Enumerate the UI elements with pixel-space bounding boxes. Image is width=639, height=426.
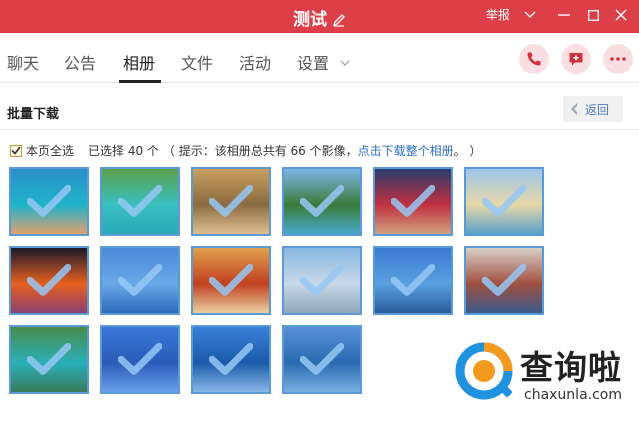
selected-check-icon <box>209 342 253 375</box>
title-bar: 测试 举报 <box>0 0 639 33</box>
close-icon[interactable] <box>610 4 632 26</box>
photo-thumb-thai-dishes[interactable] <box>191 246 271 315</box>
tab-announcements[interactable]: 公告 <box>64 50 96 74</box>
selected-check-icon <box>118 342 162 375</box>
hint-suffix: 。 ） <box>453 144 482 158</box>
phone-icon <box>527 52 541 66</box>
selected-check-icon <box>482 184 526 217</box>
more-button[interactable] <box>603 44 633 74</box>
tab-settings-label: 设置 <box>297 54 330 73</box>
phone-call-button[interactable] <box>519 44 549 74</box>
add-comment-icon <box>569 53 583 66</box>
watermark: 查询啦 chaxunla.com <box>454 337 639 426</box>
photo-thumb-island-beach[interactable] <box>282 167 362 236</box>
photo-thumb-longtail-boat-sea[interactable] <box>373 246 453 315</box>
photo-thumb-deep-blue-sea[interactable] <box>100 325 180 394</box>
tab-files[interactable]: 文件 <box>181 50 213 74</box>
window-title: 测试 <box>0 5 639 32</box>
back-label: 返回 <box>585 102 610 117</box>
minimize-icon[interactable] <box>553 4 575 26</box>
back-button[interactable]: 返回 <box>563 96 623 122</box>
selected-check-icon <box>27 184 71 217</box>
selected-count: 已选择 40 个 <box>88 144 159 158</box>
chevron-down-icon <box>340 60 350 66</box>
hint-text: （ 提示：该相册总共有 66 个影像， <box>162 144 358 158</box>
selected-check-icon <box>300 263 344 296</box>
photo-thumb-child-red-shirt[interactable] <box>373 167 453 236</box>
selected-check-icon <box>300 342 344 375</box>
photo-thumb-lagoon-cliffs[interactable] <box>9 325 89 394</box>
tab-settings[interactable]: 设置 <box>297 50 350 74</box>
chevron-left-icon <box>571 103 577 115</box>
maximize-icon[interactable] <box>582 4 604 26</box>
photo-thumb-night-market-lights[interactable] <box>9 246 89 315</box>
photo-thumb-blue-sky-sea[interactable] <box>100 246 180 315</box>
selected-check-icon <box>209 263 253 296</box>
selected-check-icon <box>300 184 344 217</box>
selected-check-icon <box>118 184 162 217</box>
magnifier-logo-icon <box>455 342 513 400</box>
page-title: 批量下载 <box>7 107 60 122</box>
tab-chat[interactable]: 聊天 <box>7 50 39 74</box>
watermark-url: chaxunla.com <box>524 387 622 403</box>
photo-thumb-turquoise-cliff-bay[interactable] <box>100 167 180 236</box>
batch-download-header: 批量下载 返回 <box>0 84 639 130</box>
edit-icon[interactable] <box>332 12 346 32</box>
chevron-down-icon[interactable] <box>519 4 541 26</box>
photo-thumb-snorkel-underwater[interactable] <box>9 167 89 236</box>
selected-check-icon <box>209 184 253 217</box>
photo-thumb-beach-palms[interactable] <box>464 167 544 236</box>
select-all-checkbox[interactable] <box>10 144 22 157</box>
selection-bar: 本页全选 已选择 40 个 （ 提示：该相册总共有 66 个影像， 点击下载整个相… <box>10 142 481 159</box>
active-tab-indicator <box>119 80 161 83</box>
report-link[interactable]: 举报 <box>486 6 510 23</box>
selected-check-icon <box>482 263 526 296</box>
add-comment-button[interactable] <box>561 44 591 74</box>
selected-check-icon <box>27 263 71 296</box>
more-icon <box>610 57 626 61</box>
selected-check-icon <box>27 342 71 375</box>
tab-album[interactable]: 相册 <box>123 50 155 74</box>
selected-check-icon <box>391 263 435 296</box>
photo-thumb-open-ocean[interactable] <box>282 325 362 394</box>
photo-thumb-boat-wake-ocean[interactable] <box>191 325 271 394</box>
photo-thumb-seafood-platter[interactable] <box>191 167 271 236</box>
select-all-label[interactable]: 本页全选 <box>26 142 74 159</box>
tab-bar: 聊天 公告 相册 文件 活动 设置 <box>0 33 639 83</box>
checkmark-icon <box>11 146 21 155</box>
download-album-link[interactable]: 点击下载整个相册 <box>358 142 454 159</box>
watermark-text: 查询啦 <box>520 348 622 387</box>
group-name: 测试 <box>293 10 327 30</box>
photo-thumb-calm-shore[interactable] <box>282 246 362 315</box>
photo-thumb-girl-by-sculpture[interactable] <box>464 246 544 315</box>
selected-check-icon <box>391 184 435 217</box>
selected-check-icon <box>118 263 162 296</box>
tab-activities[interactable]: 活动 <box>239 50 271 74</box>
